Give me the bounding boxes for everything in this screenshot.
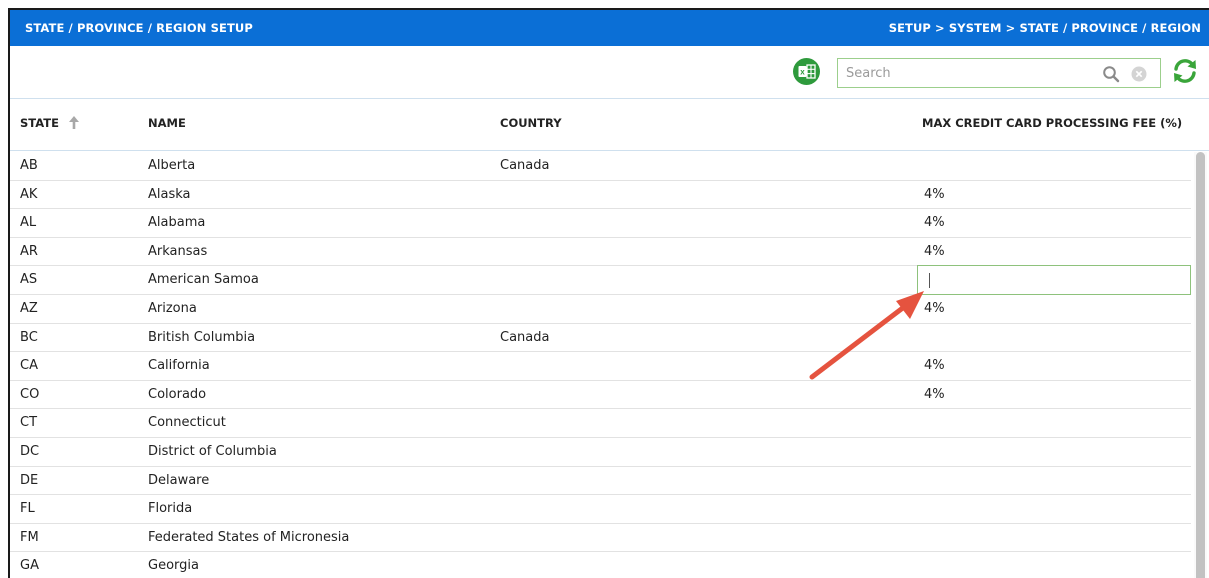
excel-export-button[interactable]: x <box>793 58 820 85</box>
table-body: AB Alberta Canada AK Alaska 4% AL Alabama 4% AR Ar… <box>10 152 1209 578</box>
search-input[interactable] <box>838 59 1106 87</box>
page-title: STATE / PROVINCE / REGION SETUP <box>25 21 253 35</box>
table-row[interactable]: BC British Columbia Canada <box>10 324 1191 353</box>
cell-state: BC <box>20 329 38 345</box>
cell-state: GA <box>20 558 39 574</box>
table-row[interactable]: CO Colorado 4% <box>10 381 1191 410</box>
cell-name: Alabama <box>148 215 206 231</box>
column-header-name[interactable]: NAME <box>148 116 186 130</box>
cell-country: Canada <box>500 329 550 345</box>
vertical-scrollbar[interactable] <box>1194 152 1207 578</box>
cell-state: FM <box>20 529 39 545</box>
cell-name: British Columbia <box>148 329 256 345</box>
table-row[interactable]: DE Delaware <box>10 467 1191 496</box>
column-header-max-fee[interactable]: MAX CREDIT CARD PROCESSING FEE (%) <box>922 116 1182 130</box>
cell-state: AB <box>20 158 38 173</box>
cell-country: Canada <box>500 158 550 173</box>
cell-state: CT <box>20 415 38 431</box>
cell-name: Federated States of Micronesia <box>148 529 350 545</box>
cell-name: Arizona <box>148 300 197 316</box>
cell-state: DC <box>20 443 40 459</box>
table-row[interactable]: AR Arkansas 4% <box>10 238 1191 267</box>
cell-state: AL <box>20 215 37 231</box>
text-cursor <box>929 273 930 289</box>
column-header-label: STATE <box>20 116 59 130</box>
cell-state: CO <box>20 386 40 402</box>
cell-name: District of Columbia <box>148 443 277 459</box>
title-bar: STATE / PROVINCE / REGION SETUP SETUP > … <box>10 10 1209 46</box>
table-row[interactable]: CA California 4% <box>10 352 1191 381</box>
column-header-country[interactable]: COUNTRY <box>500 116 562 130</box>
cell-name: Colorado <box>148 386 207 402</box>
cell-max-fee[interactable]: 4% <box>924 244 945 259</box>
cell-max-fee[interactable]: 4% <box>924 387 945 402</box>
refresh-icon[interactable] <box>1170 56 1200 86</box>
cell-state: AR <box>20 243 38 259</box>
excel-icon: x <box>798 64 816 79</box>
cell-name: Georgia <box>148 558 199 574</box>
cell-state: AK <box>20 186 38 202</box>
cell-name: Arkansas <box>148 243 208 259</box>
scrollbar-thumb[interactable] <box>1196 152 1205 578</box>
table-row[interactable]: AB Alberta Canada <box>10 152 1191 181</box>
cell-max-fee[interactable]: 4% <box>924 301 945 316</box>
cell-name: California <box>148 358 210 374</box>
table-row[interactable]: GA Georgia <box>10 552 1191 578</box>
clear-search-icon[interactable] <box>1131 66 1147 82</box>
table-row[interactable]: CT Connecticut <box>10 409 1191 438</box>
column-header-state[interactable]: STATE <box>20 116 79 130</box>
cell-max-fee[interactable]: 4% <box>924 358 945 373</box>
cell-state: CA <box>20 358 38 374</box>
cell-max-fee[interactable]: 4% <box>924 215 945 230</box>
search-box <box>837 58 1161 88</box>
cell-name: American Samoa <box>148 272 259 288</box>
setup-window: STATE / PROVINCE / REGION SETUP SETUP > … <box>8 8 1209 578</box>
fee-edit-input[interactable] <box>917 265 1191 296</box>
table-row[interactable]: AL Alabama 4% <box>10 209 1191 238</box>
table-row[interactable]: DC District of Columbia <box>10 438 1191 467</box>
table-row[interactable]: FL Florida <box>10 495 1191 524</box>
svg-text:x: x <box>800 68 805 77</box>
cell-name: Florida <box>148 501 193 517</box>
cell-name: Alberta <box>148 158 196 173</box>
table-header: STATE NAME COUNTRY MAX CREDIT CARD PROCE… <box>10 99 1209 151</box>
sort-ascending-icon <box>68 116 79 129</box>
cell-name: Delaware <box>148 472 210 488</box>
toolbar: x <box>10 46 1209 99</box>
cell-state: FL <box>20 501 35 517</box>
cell-state: AZ <box>20 300 38 316</box>
table-row[interactable]: AS American Samoa <box>10 265 1191 296</box>
cell-name: Connecticut <box>148 415 226 431</box>
cell-state: DE <box>20 472 39 488</box>
search-icon[interactable] <box>1102 65 1120 83</box>
table-row[interactable]: FM Federated States of Micronesia <box>10 524 1191 553</box>
breadcrumb[interactable]: SETUP > SYSTEM > STATE / PROVINCE / REGI… <box>889 21 1201 35</box>
cell-state: AS <box>20 272 38 288</box>
cell-name: Alaska <box>148 186 191 202</box>
cell-max-fee[interactable]: 4% <box>924 187 945 202</box>
table-row[interactable]: AZ Arizona 4% <box>10 295 1191 324</box>
table-row[interactable]: AK Alaska 4% <box>10 181 1191 210</box>
